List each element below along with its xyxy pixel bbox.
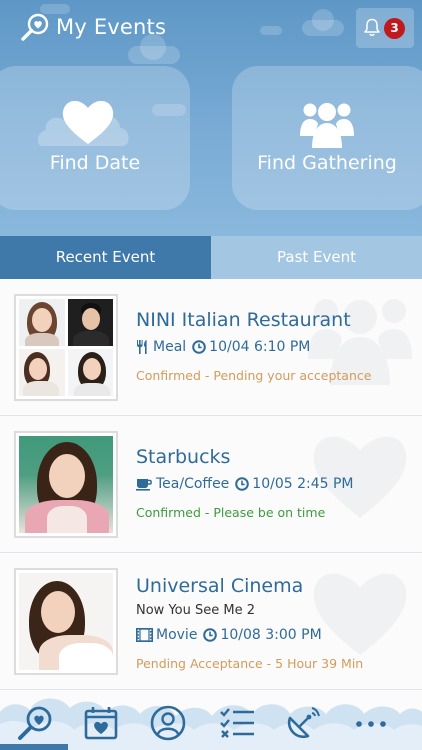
clock-icon xyxy=(235,477,250,491)
satellite-dish-icon[interactable] xyxy=(284,704,322,742)
heart-icon xyxy=(38,100,129,146)
film-icon xyxy=(136,628,153,642)
event-list: NINI Italian Restaurant Meal 10/04 6:10 … xyxy=(0,279,422,690)
cloud-decoration xyxy=(302,9,344,36)
event-photo xyxy=(14,568,118,675)
event-title: Starbucks xyxy=(136,446,231,468)
header-hero: My Events 3 Find Date Find Gathering xyxy=(0,0,422,236)
notification-badge: 3 xyxy=(384,18,405,39)
bell-icon xyxy=(364,18,380,36)
fork-knife-icon xyxy=(137,340,147,354)
cloud-decoration xyxy=(128,34,180,64)
find-gathering-card[interactable]: Find Gathering xyxy=(232,66,422,210)
calendar-heart-icon[interactable] xyxy=(82,704,120,742)
event-category: Meal xyxy=(153,339,187,355)
find-date-card[interactable]: Find Date xyxy=(0,66,190,210)
event-datetime: 10/08 3:00 PM xyxy=(220,627,322,643)
active-tab-indicator xyxy=(0,744,68,750)
people-icon xyxy=(300,103,354,148)
find-date-label: Find Date xyxy=(49,152,141,174)
event-photo xyxy=(14,431,118,538)
event-photo-collage xyxy=(14,294,118,401)
event-meta: Tea/Coffee 10/05 2:45 PM xyxy=(136,476,354,492)
event-title: NINI Italian Restaurant xyxy=(136,309,351,331)
avatar xyxy=(19,573,113,670)
more-icon[interactable] xyxy=(352,704,390,742)
avatar xyxy=(67,349,113,396)
event-status: Confirmed - Please be on time xyxy=(136,505,326,520)
cloud-decoration xyxy=(260,26,282,35)
event-datetime: 10/04 6:10 PM xyxy=(209,339,311,355)
clock-icon xyxy=(192,340,206,354)
event-list-item[interactable]: Starbucks Tea/Coffee 10/05 2:45 PM Confi… xyxy=(0,416,422,553)
clock-icon xyxy=(203,628,218,642)
tab-past-event[interactable]: Past Event xyxy=(211,236,422,279)
event-title: Universal Cinema xyxy=(136,575,304,597)
profile-icon[interactable] xyxy=(149,704,187,742)
avatar xyxy=(67,299,113,346)
event-tabs: Recent Event Past Event xyxy=(0,236,422,279)
event-datetime: 10/05 2:45 PM xyxy=(252,476,354,492)
event-meta: Meal 10/04 6:10 PM xyxy=(136,339,310,355)
event-list-item[interactable]: NINI Italian Restaurant Meal 10/04 6:10 … xyxy=(0,279,422,416)
event-list-item[interactable]: Universal Cinema Now You See Me 2 Movie … xyxy=(0,553,422,690)
event-status: Confirmed - Pending your acceptance xyxy=(136,368,372,383)
event-meta: Movie 10/08 3:00 PM xyxy=(136,627,322,643)
bottom-nav xyxy=(0,690,422,750)
find-gathering-label: Find Gathering xyxy=(257,152,397,174)
page-title: My Events xyxy=(56,15,167,39)
event-status: Pending Acceptance - 5 Hour 39 Min xyxy=(136,656,364,671)
checklist-icon[interactable] xyxy=(218,704,256,742)
heart-watermark-icon xyxy=(313,573,407,655)
avatar xyxy=(19,299,65,346)
title-bar: My Events xyxy=(20,12,166,42)
event-subtitle: Now You See Me 2 xyxy=(136,603,255,618)
search-heart-icon xyxy=(21,13,49,41)
event-category: Tea/Coffee xyxy=(156,476,230,492)
avatar xyxy=(19,436,113,533)
notifications-button[interactable]: 3 xyxy=(356,8,414,48)
my-events-icon[interactable] xyxy=(16,704,54,742)
tab-recent-event[interactable]: Recent Event xyxy=(0,236,211,279)
coffee-cup-icon xyxy=(136,479,152,491)
event-category: Movie xyxy=(156,627,198,643)
avatar xyxy=(19,349,65,396)
